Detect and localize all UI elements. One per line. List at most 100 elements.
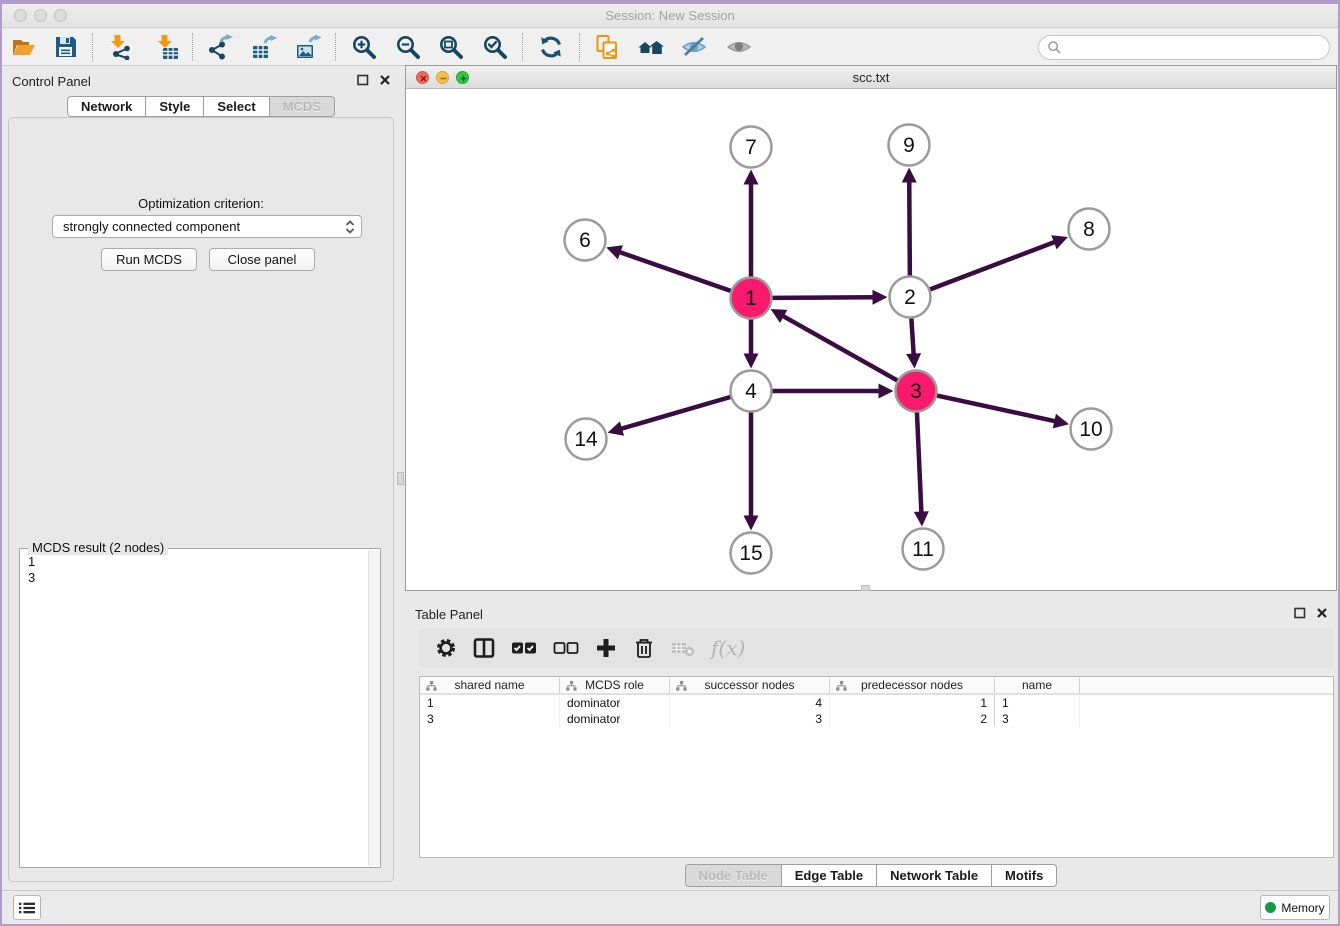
mcds-result-box: MCDS result (2 nodes) 1 3: [19, 548, 381, 868]
mcds-panel-body: Optimization criterion: strongly connect…: [8, 117, 394, 882]
clone-network-icon[interactable]: [594, 34, 620, 60]
table-row[interactable]: 3dominator323: [420, 711, 1333, 727]
memory-button[interactable]: Memory: [1260, 895, 1330, 920]
table-cell[interactable]: 3: [995, 711, 1080, 727]
toolbar-separator: [192, 33, 193, 61]
criterion-select[interactable]: strongly connected component: [52, 215, 362, 238]
graph-edge[interactable]: [917, 412, 922, 514]
column-header-predecessor-nodes[interactable]: predecessor nodes: [830, 677, 995, 693]
add-column-icon[interactable]: [595, 635, 617, 661]
graph-edge-arrowhead: [872, 290, 887, 305]
float-table-panel-icon[interactable]: [1293, 606, 1307, 620]
tab-motifs[interactable]: Motifs: [992, 864, 1057, 887]
tab-network[interactable]: Network: [67, 96, 146, 117]
table-cell[interactable]: dominator: [560, 695, 670, 711]
result-scrollbar[interactable]: [368, 550, 380, 866]
vertical-splitter-handle[interactable]: [397, 472, 404, 485]
show-all-icon[interactable]: [726, 34, 752, 60]
tab-style[interactable]: Style: [146, 96, 204, 117]
zoom-fit-icon[interactable]: [438, 34, 464, 60]
column-header-successor-nodes[interactable]: successor nodes: [670, 677, 830, 693]
column-header-MCDS-role[interactable]: MCDS role: [560, 677, 670, 693]
graph-node-label: 10: [1079, 418, 1102, 441]
close-panel-icon[interactable]: [378, 73, 392, 87]
column-header-name[interactable]: name: [995, 677, 1080, 693]
table-cell[interactable]: 3: [420, 711, 560, 727]
graph-edge[interactable]: [930, 241, 1057, 289]
table-cell[interactable]: 1: [995, 695, 1080, 711]
graph-edge-arrowhead: [744, 170, 759, 185]
save-session-icon[interactable]: [53, 34, 79, 60]
import-network-icon[interactable]: [107, 34, 133, 60]
status-bar: Memory: [2, 890, 1338, 924]
screen: { "window": { "title": "Session: New Ses…: [0, 0, 1340, 926]
show-columns-icon[interactable]: [473, 635, 495, 661]
hide-selected-icon[interactable]: [681, 34, 707, 60]
tab-network-table[interactable]: Network Table: [877, 864, 992, 887]
open-session-icon[interactable]: [11, 34, 37, 60]
table-row[interactable]: 1dominator411: [420, 695, 1333, 711]
table-cell[interactable]: 3: [670, 711, 830, 727]
graph-edge[interactable]: [618, 251, 731, 291]
select-stepper-icon: [345, 219, 355, 235]
table-cell[interactable]: 1: [420, 695, 560, 711]
network-canvas[interactable]: 7968124314101511: [406, 89, 1336, 590]
zoom-out-icon[interactable]: [395, 34, 421, 60]
tab-select[interactable]: Select: [204, 96, 269, 117]
graph-edge[interactable]: [781, 315, 897, 381]
column-header-filler: [1080, 677, 1333, 693]
graph-edge-arrowhead: [879, 384, 894, 399]
zoom-in-icon[interactable]: [351, 34, 377, 60]
home-icon[interactable]: [638, 34, 664, 60]
table-panel: Table Panel f(x) shared nameMCDS rolesuc…: [405, 595, 1337, 890]
graph-node-label: 8: [1083, 218, 1095, 241]
unselect-all-icon[interactable]: [553, 635, 579, 661]
graph-edge[interactable]: [911, 318, 913, 356]
export-image-icon[interactable]: [295, 34, 321, 60]
search-input[interactable]: [1066, 39, 1329, 56]
table-cell[interactable]: dominator: [560, 711, 670, 727]
window-title: Session: New Session: [2, 8, 1338, 23]
graph-edge-arrowhead: [1053, 414, 1069, 429]
memory-status-dot: [1265, 902, 1276, 913]
table-cell[interactable]: 1: [830, 695, 995, 711]
table-cell[interactable]: 4: [670, 695, 830, 711]
tab-edge-table[interactable]: Edge Table: [782, 864, 877, 887]
main-titlebar: Session: New Session: [2, 4, 1338, 28]
select-all-icon[interactable]: [511, 635, 537, 661]
graph-node-label: 15: [739, 542, 762, 565]
delete-column-icon[interactable]: [633, 635, 655, 661]
float-panel-icon[interactable]: [356, 73, 370, 87]
zoom-selected-icon[interactable]: [482, 34, 508, 60]
import-table-icon[interactable]: [154, 34, 180, 60]
refresh-layout-icon[interactable]: [538, 34, 564, 60]
table-body: 1dominator4113dominator323: [420, 695, 1333, 727]
graph-node-label: 2: [904, 286, 916, 309]
show-panels-button[interactable]: [13, 895, 41, 920]
column-type-icon: [426, 681, 437, 691]
search-box: [1038, 35, 1330, 60]
graph-edge[interactable]: [619, 397, 730, 429]
graph-edge-arrowhead: [608, 421, 624, 435]
graph-edge-arrowhead: [914, 511, 929, 526]
export-network-icon[interactable]: [207, 34, 233, 60]
export-table-icon[interactable]: [251, 34, 277, 60]
column-header-shared-name[interactable]: shared name: [420, 677, 560, 693]
tab-mcds[interactable]: MCDS: [270, 96, 335, 117]
run-mcds-button[interactable]: Run MCDS: [101, 248, 197, 271]
graph-edge[interactable]: [772, 297, 875, 298]
horizontal-splitter-handle[interactable]: [861, 585, 870, 591]
tab-node-table[interactable]: Node Table: [685, 864, 782, 887]
graph-edge[interactable]: [909, 179, 910, 275]
list-icon: [17, 900, 37, 916]
close-panel-button[interactable]: Close panel: [209, 248, 315, 271]
close-table-panel-icon[interactable]: [1315, 606, 1329, 620]
table-cell[interactable]: 2: [830, 711, 995, 727]
table-header-row: shared nameMCDS rolesuccessor nodesprede…: [420, 677, 1333, 695]
graph-edge[interactable]: [937, 396, 1057, 422]
network-window: scc.txt 7968124314101511: [405, 65, 1337, 591]
table-tabs: Node Table Edge Table Network Table Moti…: [405, 864, 1337, 887]
mcds-result-text[interactable]: 1 3: [20, 551, 366, 867]
table-settings-gear-icon[interactable]: [435, 635, 457, 661]
control-panel: Control Panel Network Style Select MCDS …: [2, 62, 400, 890]
